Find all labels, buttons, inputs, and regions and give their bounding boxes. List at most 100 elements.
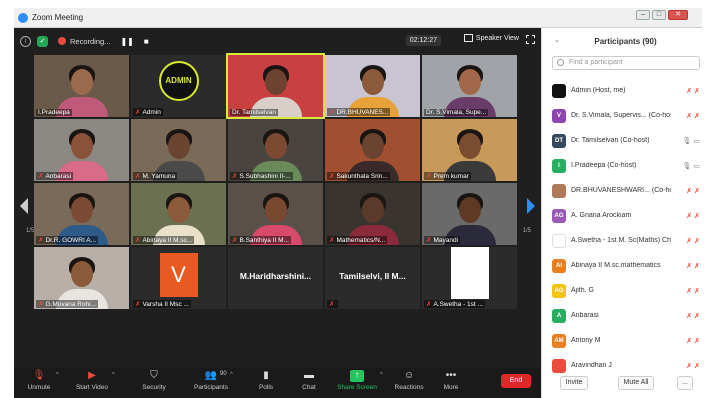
participant-row[interactable]: V Dr. S.Vimala, Supervis... (Co-host) ✗✗ bbox=[552, 103, 704, 128]
participant-row[interactable]: DR.BHUVANESHWARI... (Co-host) ✗✗ bbox=[552, 178, 704, 203]
minimize-icon[interactable]: – bbox=[636, 10, 650, 20]
participant-face bbox=[70, 261, 93, 287]
fullscreen-icon[interactable] bbox=[526, 35, 535, 44]
next-page-arrow-icon[interactable] bbox=[527, 198, 535, 214]
polls-button[interactable]: ▮ Polls bbox=[254, 370, 278, 391]
chat-label: Chat bbox=[302, 384, 316, 391]
tile-name-label: ✗ S.Subhashini II-... bbox=[230, 172, 293, 180]
participant-avatar bbox=[552, 358, 566, 373]
page-indicator-right: 1/5 bbox=[522, 228, 531, 234]
previous-page-arrow-icon[interactable] bbox=[20, 198, 28, 214]
security-button[interactable]: ⛉ Security bbox=[139, 370, 169, 391]
tile-name-label: ✗ G.Muvana Rohi... bbox=[36, 300, 99, 308]
video-tile[interactable]: ✗ B.Santhiya II M... bbox=[228, 183, 323, 245]
video-tile[interactable]: ✗ Abinaya II M.sc... bbox=[131, 183, 226, 245]
stop-recording-icon[interactable]: ■ bbox=[144, 37, 149, 46]
video-tile[interactable]: ✗ Mathematics/N... bbox=[325, 183, 420, 245]
tile-name-text: S.Subhashini II-... bbox=[239, 173, 291, 180]
meeting-toolbar: 🎙 Unmute ^ ▶ Start Video ^ ⛉ Security 👥 … bbox=[14, 368, 541, 398]
letter-avatar: V bbox=[159, 253, 198, 297]
participant-name: Anbarasi bbox=[571, 312, 599, 319]
video-tile[interactable]: Dr. S.Vimala, Supe... bbox=[422, 55, 517, 117]
video-tile[interactable]: Tamilselvi, II M... ✗ bbox=[325, 247, 420, 309]
end-meeting-button[interactable]: End bbox=[501, 374, 531, 388]
participant-row[interactable]: I I.Pradeepa (Co-host) 🎙▭ bbox=[552, 153, 704, 178]
participant-face bbox=[458, 133, 481, 159]
window-controls: – □ ✕ bbox=[636, 10, 688, 20]
video-tile[interactable]: ✗ Prem kumar bbox=[422, 119, 517, 181]
tile-name-label: Dr. Tamilselvan bbox=[230, 109, 278, 116]
participant-search-input[interactable]: Find a participant bbox=[552, 56, 700, 70]
video-tile[interactable]: ADMIN ✗ Admin bbox=[131, 55, 226, 117]
chat-button[interactable]: ▬ Chat bbox=[298, 370, 320, 391]
mic-video-status-icon: 🎙▭ bbox=[682, 137, 702, 145]
more-button[interactable]: ••• More bbox=[440, 370, 462, 391]
participant-row[interactable]: AG A. Gnana Arockiam ✗✗ bbox=[552, 203, 704, 228]
video-tile[interactable]: ✗ M. Yamuna bbox=[131, 119, 226, 181]
video-tile[interactable]: V ✗ Varsha II Msc ... bbox=[131, 247, 226, 309]
tile-name-text: Varsha II Msc ... bbox=[142, 301, 189, 308]
tile-name-label: I.Pradeepa bbox=[36, 109, 72, 116]
share-options-caret-icon[interactable]: ^ bbox=[380, 372, 383, 378]
participant-name: Ajith. G bbox=[571, 287, 594, 294]
share-screen-icon: ↑ bbox=[350, 370, 364, 382]
video-tile[interactable]: ✗ Mayandi bbox=[422, 183, 517, 245]
video-tile[interactable]: I.Pradeepa bbox=[34, 55, 129, 117]
video-tile[interactable]: ✗ Dr.R. GOWRI A... bbox=[34, 183, 129, 245]
participant-row[interactable]: Admin (Host, me) ✗✗ bbox=[552, 78, 704, 103]
share-screen-button[interactable]: ↑ Share Screen bbox=[336, 370, 378, 391]
video-tile[interactable]: ✗ S.Subhashini II-... bbox=[228, 119, 323, 181]
participant-face bbox=[361, 69, 384, 95]
video-tile[interactable]: M.Haridharshini... bbox=[228, 247, 323, 309]
invite-button[interactable]: Invite bbox=[560, 376, 588, 390]
info-icon[interactable]: i bbox=[20, 35, 31, 47]
panel-more-button[interactable]: ... bbox=[677, 376, 693, 390]
mic-video-off-icon: ✗✗ bbox=[686, 87, 702, 95]
unmute-button[interactable]: 🎙 Unmute bbox=[24, 370, 54, 391]
participant-face bbox=[70, 197, 93, 223]
video-tile[interactable]: ✗ Anbarasi bbox=[34, 119, 129, 181]
audio-options-caret-icon[interactable]: ^ bbox=[56, 372, 59, 378]
close-icon[interactable]: ✕ bbox=[668, 10, 688, 20]
maximize-icon[interactable]: □ bbox=[652, 10, 666, 20]
tile-name-text: Prem kumar bbox=[433, 173, 469, 180]
video-tile[interactable]: ✗ Sakunthala Srin... bbox=[325, 119, 420, 181]
video-tile[interactable]: ✗ DR.BHUVANES... bbox=[325, 55, 420, 117]
participant-video bbox=[228, 55, 323, 117]
participant-name: Abinaya II M.sc.mathematics bbox=[571, 262, 661, 269]
participant-row[interactable]: AG Ajith. G ✗✗ bbox=[552, 278, 704, 303]
participant-row[interactable]: AM Antony M ✗✗ bbox=[552, 328, 704, 353]
participant-name: DR.BHUVANESHWARI... (Co-host) bbox=[571, 187, 671, 194]
participant-row[interactable]: A.Swetha - 1st M. Sc(Maths) Ch... ✗✗ bbox=[552, 228, 704, 253]
participant-row[interactable]: AI Abinaya II M.sc.mathematics ✗✗ bbox=[552, 253, 704, 278]
participant-row[interactable]: DT Dr. Tamilselvan (Co-host) 🎙▭ bbox=[552, 128, 704, 153]
video-options-caret-icon[interactable]: ^ bbox=[112, 372, 115, 378]
participant-avatar: A bbox=[552, 308, 566, 323]
participant-avatar bbox=[552, 183, 566, 198]
participant-row[interactable]: A Anbarasi ✗✗ bbox=[552, 303, 704, 328]
participant-avatar bbox=[552, 83, 566, 98]
mute-all-button[interactable]: Mute All bbox=[618, 376, 654, 390]
participant-name: Dr. S.Vimala, Supervis... (Co-host) bbox=[571, 112, 671, 119]
tile-name-label: ✗ Admin bbox=[133, 108, 163, 116]
pause-recording-icon[interactable]: ❚❚ bbox=[120, 37, 133, 46]
tile-name-text: G.Muvana Rohi... bbox=[45, 301, 97, 308]
tile-name-label: ✗ B.Santhiya II M... bbox=[230, 236, 291, 244]
video-tile[interactable]: ✗ A.Swetha - 1st ... bbox=[422, 247, 517, 309]
video-tile[interactable]: ✗ G.Muvana Rohi... bbox=[34, 247, 129, 309]
tile-name-label: ✗ M. Yamuna bbox=[133, 172, 178, 180]
mic-video-off-icon: ✗✗ bbox=[686, 237, 702, 245]
participant-name: Antony M bbox=[571, 337, 601, 344]
shield-icon[interactable]: ✓ bbox=[37, 35, 48, 47]
participant-name: Dr. Tamilselvan (Co-host) bbox=[571, 137, 650, 144]
speaker-view-button[interactable]: Speaker View bbox=[463, 34, 519, 42]
video-off-icon: ▶ bbox=[88, 370, 96, 381]
start-video-button[interactable]: ▶ Start Video bbox=[72, 370, 112, 391]
video-tile[interactable]: Dr. Tamilselvan bbox=[226, 53, 325, 119]
tile-name-label: ✗ Abinaya II M.sc... bbox=[133, 236, 195, 244]
participants-label: Participants bbox=[194, 384, 228, 391]
tile-name-text: Dr.R. GOWRI A... bbox=[45, 237, 97, 244]
reactions-button[interactable]: ☺ Reactions bbox=[392, 370, 426, 391]
tile-name-label: ✗ A.Swetha - 1st ... bbox=[424, 300, 485, 308]
participants-caret-icon[interactable]: ^ bbox=[230, 372, 233, 378]
